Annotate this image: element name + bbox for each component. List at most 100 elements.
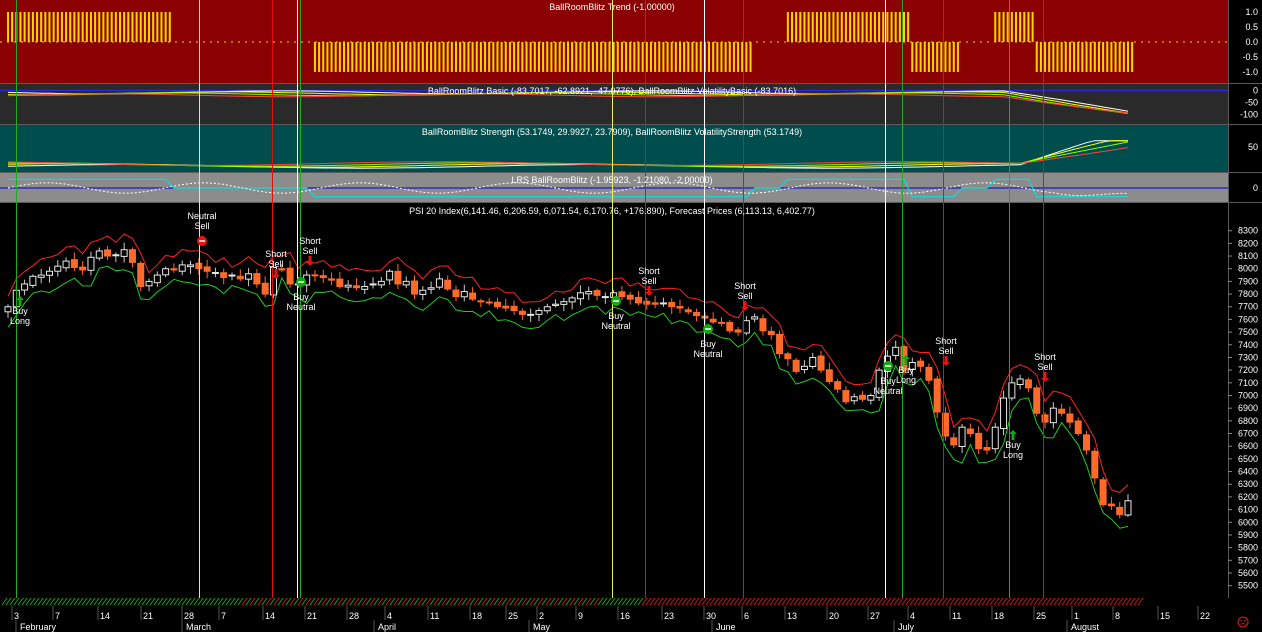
trend-tick-label: 0.0 — [1245, 37, 1258, 47]
candle-body — [809, 356, 817, 367]
price-tick-label: 6600 — [1238, 441, 1258, 451]
candle-body — [344, 284, 352, 288]
day-tick-label: 14 — [100, 611, 110, 621]
candle-body — [742, 320, 750, 334]
price-tick-label: 5800 — [1238, 543, 1258, 553]
candle-body — [419, 289, 427, 295]
day-tick-label: 21 — [143, 611, 153, 621]
day-tick-label: 28 — [184, 611, 194, 621]
price-tick-label: 7200 — [1238, 365, 1258, 375]
candle-body — [601, 296, 609, 299]
candle-body — [850, 396, 858, 402]
day-tick-label: 1 — [1074, 611, 1079, 621]
candle-body — [543, 306, 551, 312]
candle-body — [444, 279, 452, 290]
day-tick-label: 9 — [578, 611, 583, 621]
signal-label: Sell — [268, 259, 283, 269]
candle-body — [1124, 500, 1132, 516]
strength-title: BallRoomBlitz Strength (53.1749, 29.9927… — [422, 127, 802, 137]
candle-body — [626, 294, 634, 300]
candle-body — [842, 390, 850, 403]
day-tick-label: 14 — [265, 611, 275, 621]
candle-body — [220, 272, 228, 279]
candle-body — [734, 329, 742, 333]
candle-body — [568, 297, 576, 303]
candle-body — [709, 318, 717, 323]
day-tick-label: 21 — [307, 611, 317, 621]
candle-body — [361, 285, 369, 290]
candle-body — [1091, 450, 1099, 479]
candle-body — [975, 432, 983, 450]
candle-body — [435, 278, 443, 288]
day-tick-label: 23 — [664, 611, 674, 621]
signal-label: Sell — [302, 246, 317, 256]
signal-label: Buy — [12, 306, 28, 316]
price-tick-label: 7900 — [1238, 276, 1258, 286]
day-tick-label: 15 — [1160, 611, 1170, 621]
candle-body — [933, 378, 941, 413]
day-tick-label: 22 — [1200, 611, 1210, 621]
candle-body — [917, 360, 925, 367]
candle-body — [178, 264, 186, 272]
candle-body — [493, 301, 501, 308]
signal-label: Short — [935, 336, 957, 346]
candle-body — [651, 302, 659, 305]
price-tick-label: 7300 — [1238, 352, 1258, 362]
price-tick-label: 7500 — [1238, 327, 1258, 337]
candle-body — [676, 306, 684, 309]
candle-body — [45, 270, 53, 276]
candle-body — [776, 333, 784, 355]
signal-label: Neutral — [873, 386, 902, 396]
candle-body — [460, 291, 468, 298]
candle-body — [386, 270, 394, 281]
candle-body — [817, 355, 825, 371]
price-tick-label: 6900 — [1238, 403, 1258, 413]
day-tick-label: 4 — [387, 611, 392, 621]
candle-body — [925, 366, 933, 381]
candle-body — [1116, 506, 1124, 516]
signal-label: Buy — [293, 292, 309, 302]
price-tick-label: 7000 — [1238, 390, 1258, 400]
price-tick-label: 6700 — [1238, 429, 1258, 439]
price-tick-label: 7800 — [1238, 289, 1258, 299]
day-tick-label: 18 — [994, 611, 1004, 621]
candle-body — [1066, 413, 1074, 423]
day-tick-label: 25 — [1036, 611, 1046, 621]
signal-label: Sell — [641, 276, 656, 286]
basic-tick-label: 0 — [1253, 85, 1258, 95]
signal-label: Neutral — [601, 321, 630, 331]
candle-body — [518, 310, 526, 315]
candle-body — [187, 264, 195, 268]
candle-body — [1107, 503, 1115, 507]
candle-body — [394, 270, 402, 285]
trend-tick-label: -0.5 — [1242, 52, 1258, 62]
candle-body — [983, 446, 991, 451]
candle-body — [37, 274, 45, 278]
price-tick-label: 8100 — [1238, 251, 1258, 261]
day-tick-label: 18 — [472, 611, 482, 621]
candle-body — [991, 426, 999, 450]
day-tick-label: 11 — [952, 611, 961, 621]
day-tick-label: 13 — [787, 611, 797, 621]
candle-body — [560, 301, 568, 305]
price-tick-label: 6200 — [1238, 492, 1258, 502]
candle-body — [211, 272, 219, 275]
signal-label: Short — [734, 281, 756, 291]
price-tick-label: 5900 — [1238, 530, 1258, 540]
candle-body — [228, 274, 236, 277]
signal-label: Buy — [1005, 440, 1021, 450]
price-tick-label: 6000 — [1238, 517, 1258, 527]
price-tick-label: 5600 — [1238, 568, 1258, 578]
candle-body — [784, 353, 792, 360]
day-tick-label: 6 — [744, 611, 749, 621]
candle-body — [469, 292, 477, 300]
lrs-tick-label: 0 — [1253, 183, 1258, 193]
candle-body — [510, 305, 518, 312]
candle-body — [950, 437, 958, 446]
price-tick-label: 7400 — [1238, 340, 1258, 350]
trend-tick-label: 0.5 — [1245, 22, 1258, 32]
price-tick-label: 6100 — [1238, 505, 1258, 515]
month-label: August — [1071, 622, 1100, 632]
candle-body — [618, 291, 626, 298]
signal-label: Sell — [194, 221, 209, 231]
